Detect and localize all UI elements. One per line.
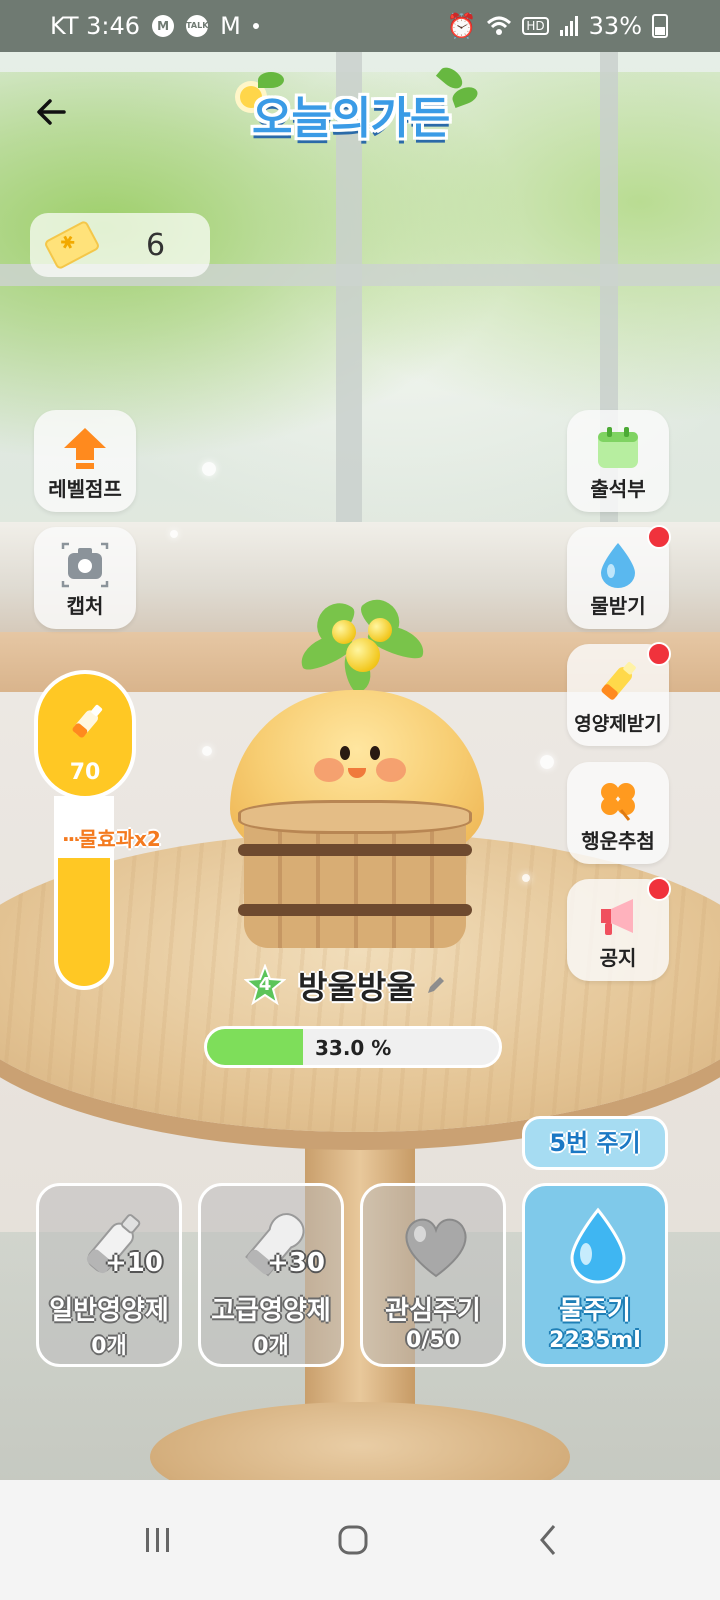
pencil-icon[interactable] (424, 973, 448, 997)
get-water-label: 물받기 (590, 594, 646, 618)
get-water-button[interactable]: 물받기 (567, 525, 671, 629)
eye (340, 746, 350, 760)
gauge-value: 70 (69, 760, 101, 785)
fruit (346, 638, 380, 672)
battery-icon (652, 14, 668, 38)
capture-button[interactable]: 캡처 (34, 527, 136, 629)
megaphone-icon (601, 899, 633, 935)
basic-nutrient-bonus: +10 (105, 1248, 163, 1278)
sparkle (170, 530, 178, 538)
fruit (368, 618, 392, 642)
battery-percent: 33% (588, 12, 642, 40)
sparkle (202, 746, 212, 756)
heart-icon (405, 1218, 467, 1278)
notice-label: 공지 (599, 946, 637, 970)
level-jump-label: 레벨점프 (48, 477, 122, 501)
sparkle (202, 462, 216, 476)
new-badge (647, 642, 671, 666)
water-times-label: 5번 주기 (522, 1116, 668, 1170)
nutrient-bottle-icon (72, 704, 103, 738)
plant-name: 방울방울 (298, 968, 416, 1006)
water-effect-label: 물효과x2 (78, 827, 161, 851)
system-navigation-bar (0, 1480, 720, 1600)
calendar-icon (598, 427, 638, 468)
mouth (348, 768, 366, 778)
notification-app-icon: M (152, 15, 175, 37)
wifi-icon (487, 16, 512, 35)
give-attention-button[interactable]: 관심주기 0/50 (360, 1183, 506, 1367)
level-star-badge: 4 (244, 964, 286, 1006)
wooden-bucket (238, 800, 472, 948)
give-attention-title: 관심주기 (385, 1296, 481, 1326)
kakaotalk-icon: TALK (186, 15, 208, 37)
lucky-draw-label: 행운추첨 (581, 829, 655, 853)
signal-icon (559, 16, 578, 36)
carrier-time: KT 3:46 (50, 12, 141, 40)
plant-name-row: 4 방울방울 (244, 962, 448, 1008)
water-drop-icon (601, 543, 635, 588)
hd-icon: HD (522, 17, 549, 35)
home-icon[interactable] (331, 1518, 375, 1562)
basic-nutrient-button[interactable]: +10 일반영양제 0개 (36, 1183, 182, 1367)
give-water-title: 물주기 (559, 1296, 631, 1326)
give-water-button[interactable]: 물주기 2235ml (522, 1183, 668, 1367)
more-notifications-dot (252, 23, 259, 29)
cheek (376, 758, 406, 782)
growth-progress-bar: 33.0 % (204, 1026, 502, 1068)
gmail-icon: M (220, 12, 241, 40)
give-attention-count: 0/50 (406, 1328, 460, 1353)
ticket-count: 6 (146, 227, 166, 263)
premium-nutrient-bonus: +30 (267, 1248, 325, 1278)
capture-label: 캡처 (66, 594, 104, 618)
cheek (314, 758, 344, 782)
lucky-draw-button[interactable]: 행운추첨 (567, 762, 669, 864)
premium-nutrient-count: 0개 (253, 1334, 289, 1359)
water-drop-icon (570, 1207, 626, 1284)
marker-dashes: ··· (62, 827, 81, 851)
ticket-counter[interactable]: 6 (30, 213, 210, 277)
basic-nutrient-count: 0개 (91, 1334, 127, 1359)
nutrient-bottle-icon (601, 661, 636, 700)
logo-text: 오늘의가든 (252, 93, 450, 144)
get-nutrient-button[interactable]: 영양제받기 (567, 642, 671, 746)
plant-character[interactable] (228, 590, 488, 960)
recent-apps-icon[interactable] (136, 1518, 180, 1562)
app-logo: 오늘의가든 (238, 63, 486, 148)
growth-progress-text: 33.0 % (315, 1036, 392, 1060)
arrow-up-icon (64, 428, 106, 469)
arrow-left-icon (37, 99, 66, 125)
attendance-button[interactable]: 출석부 (567, 410, 669, 512)
plant-level: 4 (258, 974, 272, 995)
notice-button[interactable]: 공지 (567, 877, 671, 981)
bucket-band (238, 904, 472, 916)
bucket-rim (238, 800, 472, 834)
attendance-label: 출석부 (590, 477, 646, 501)
eye (370, 746, 380, 760)
camera-icon (61, 542, 109, 588)
status-bar: KT 3:46 M TALK M ⏰ HD 33% (0, 0, 720, 52)
level-jump-button[interactable]: 레벨점프 (34, 410, 136, 512)
clover-icon (601, 783, 635, 821)
basic-nutrient-title: 일반영양제 (49, 1296, 169, 1326)
growth-progress-fill (207, 1029, 304, 1065)
premium-nutrient-title: 고급영양제 (211, 1296, 331, 1326)
alarm-icon: ⏰ (446, 12, 477, 40)
get-nutrient-label: 영양제받기 (574, 713, 662, 735)
sparkle (522, 874, 530, 882)
water-amount: 2235ml (549, 1328, 641, 1353)
ticket-icon (43, 219, 101, 271)
system-back-icon[interactable] (528, 1518, 572, 1562)
sparkle (540, 755, 554, 769)
nutrient-gauge-cap[interactable]: 70 (34, 670, 136, 800)
new-badge (647, 525, 671, 549)
premium-nutrient-button[interactable]: +30 고급영양제 0개 (198, 1183, 344, 1367)
water-effect-marker: ···물효과x2 (62, 823, 161, 852)
back-button[interactable] (30, 90, 74, 134)
new-badge (647, 877, 671, 901)
bucket-band (238, 844, 472, 856)
